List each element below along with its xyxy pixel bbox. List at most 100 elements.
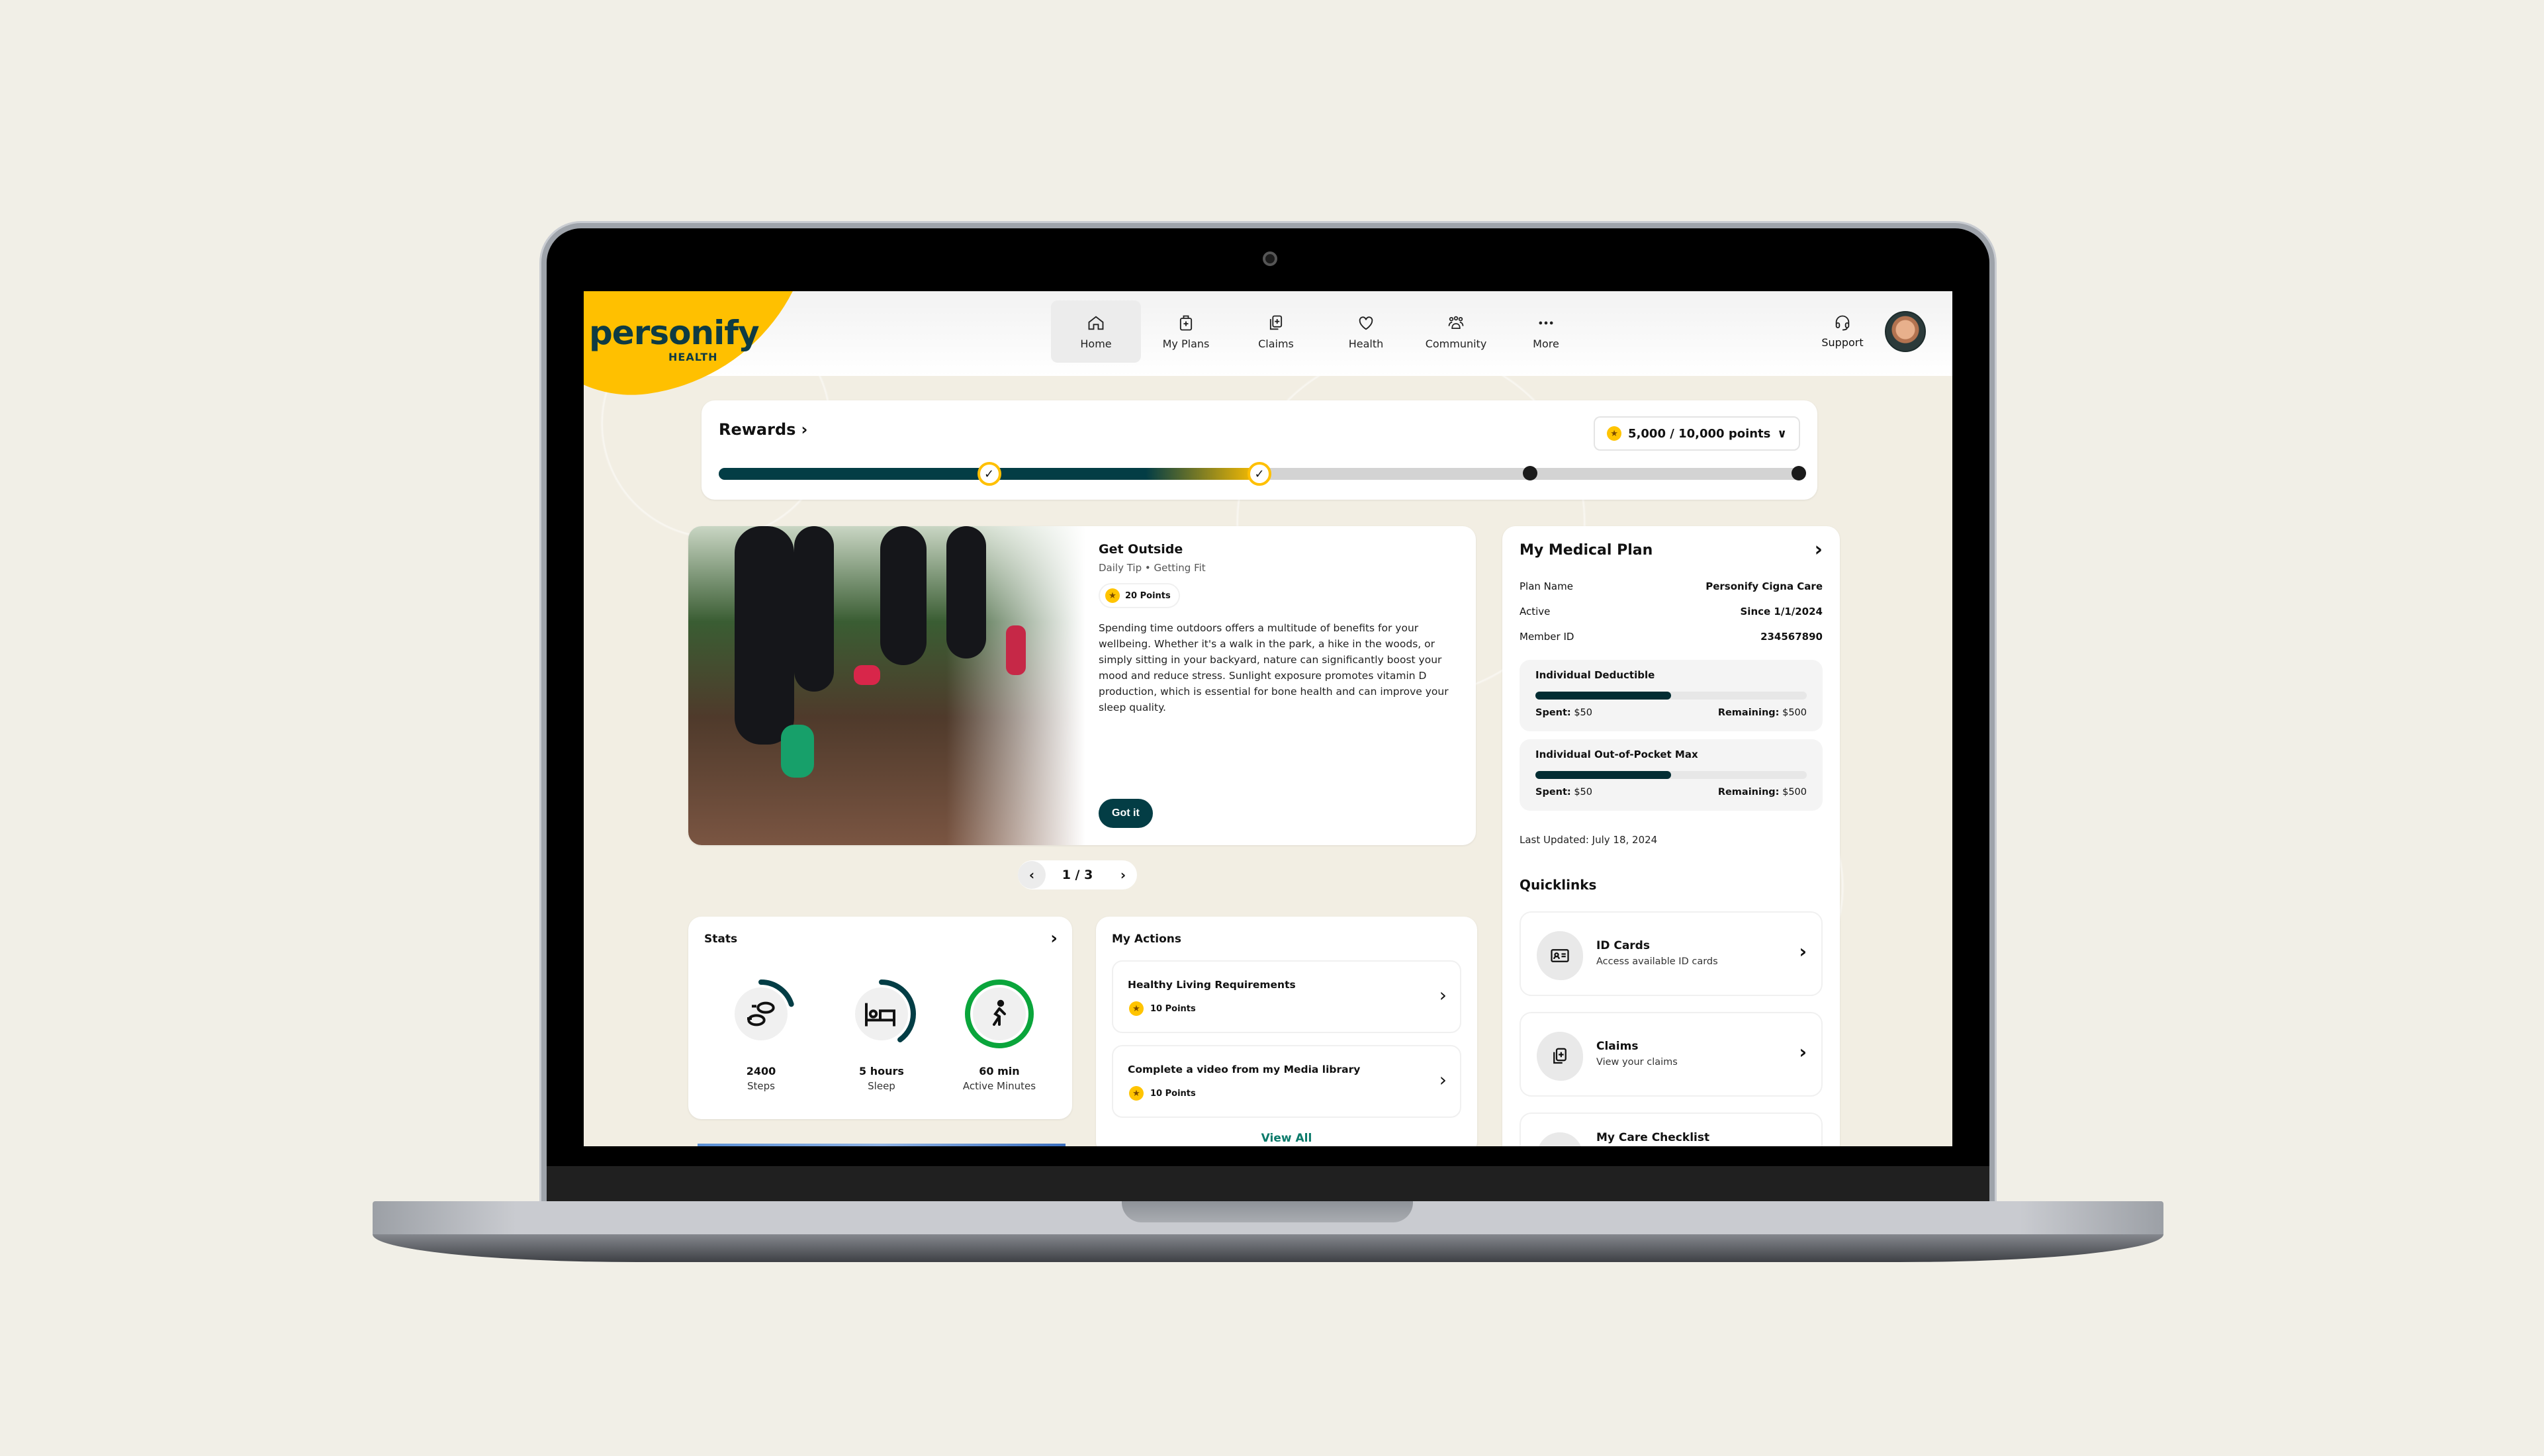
my-actions-card: My Actions Healthy Living Requirements ★…: [1096, 917, 1477, 1146]
spent-label: Spent:: [1535, 787, 1571, 797]
stat-label: Sleep: [868, 1080, 895, 1092]
stat-sleep[interactable]: 5 hours Sleep: [835, 978, 928, 1092]
rewards-card: Rewards › ★ 5,000 / 10,000 points ∨ ✓ ✓: [702, 400, 1817, 500]
points-dropdown[interactable]: ★ 5,000 / 10,000 points ∨: [1594, 416, 1800, 451]
home-icon: [1088, 315, 1104, 330]
nav-tab-label: Claims: [1258, 337, 1294, 350]
star-coin-icon: ★: [1129, 1086, 1144, 1101]
view-all-link[interactable]: View All: [1096, 1132, 1477, 1145]
deductible-meter: Individual Deductible Spent: $50 Remaini…: [1520, 660, 1823, 731]
points-value: 10 Points: [1150, 1003, 1196, 1014]
actions-title: My Actions: [1112, 933, 1182, 946]
tip-pager: ‹ 1 / 3 ›: [1018, 860, 1137, 889]
stat-value: 2400: [746, 1065, 776, 1077]
meter-track: [1535, 771, 1807, 779]
nav-tab-my-plans[interactable]: My Plans: [1141, 300, 1231, 363]
action-title: Healthy Living Requirements: [1128, 979, 1296, 991]
last-updated: Last Updated: July 18, 2024: [1520, 834, 1658, 846]
people-icon: [1448, 316, 1464, 329]
remaining-value: Remaining: $500: [1718, 787, 1807, 797]
nav-tab-home[interactable]: Home: [1051, 300, 1141, 363]
stat-label: Active Minutes: [962, 1080, 1036, 1092]
meter-fill: [1535, 771, 1671, 779]
plan-row: Active Since 1/1/2024: [1520, 606, 1823, 617]
plan-row: Plan Name Personify Cigna Care: [1520, 580, 1823, 592]
claims-icon: [1537, 1032, 1583, 1081]
got-it-button[interactable]: Got it: [1099, 799, 1153, 828]
plan-row-value: Since 1/1/2024: [1740, 606, 1823, 617]
milestone-pending[interactable]: [1792, 466, 1806, 480]
brand-subtitle: HEALTH: [668, 351, 718, 363]
app-screen: personify HEALTH Home My Plans Claims He…: [584, 291, 1952, 1146]
support-button[interactable]: Support: [1812, 304, 1873, 357]
nav-tab-label: More: [1533, 337, 1559, 350]
nav-tab-more[interactable]: More: [1501, 300, 1591, 363]
rewards-link[interactable]: Rewards ›: [719, 420, 807, 439]
chevron-right-icon: ›: [1799, 940, 1807, 962]
milestone-completed[interactable]: ✓: [977, 462, 1001, 486]
remaining-value: Remaining: $500: [1718, 707, 1807, 718]
nav-tab-label: Health: [1348, 337, 1384, 350]
photo-detail: [1006, 625, 1026, 675]
points-badge: ★ 20 Points: [1099, 583, 1180, 608]
stat-value: 5 hours: [859, 1065, 904, 1077]
plan-row: Member ID 234567890: [1520, 631, 1823, 643]
points-value: 20 Points: [1125, 590, 1171, 601]
heart-icon: [1359, 316, 1373, 330]
spent-amount: $50: [1574, 787, 1593, 797]
headset-icon: [1835, 315, 1850, 330]
spent-amount: $50: [1574, 707, 1593, 718]
photo-detail: [735, 526, 794, 745]
nav-tab-label: Community: [1425, 337, 1487, 350]
photo-detail: [946, 526, 986, 659]
nav-tab-claims[interactable]: Claims: [1231, 300, 1321, 363]
action-item[interactable]: Complete a video from my Media library ★…: [1112, 1045, 1461, 1118]
tip-content: Get Outside Daily Tip • Getting Fit ★ 20…: [1099, 542, 1456, 715]
nav-tab-health[interactable]: Health: [1321, 300, 1411, 363]
stats-chevron-icon[interactable]: ›: [1050, 929, 1058, 948]
quicklink-claims[interactable]: Claims View your claims ›: [1520, 1012, 1823, 1097]
points-badge: ★ 10 Points: [1129, 1086, 1196, 1101]
stat-active-minutes[interactable]: 60 min Active Minutes: [953, 978, 1046, 1092]
quicklink-desc: Access available ID cards: [1596, 956, 1718, 967]
medical-kit-icon: [1179, 315, 1193, 330]
quicklink-name: ID Cards: [1596, 939, 1650, 952]
next-card-peek: [698, 1144, 1066, 1146]
tip-subtitle: Daily Tip • Getting Fit: [1099, 562, 1206, 574]
footsteps-icon: [747, 1001, 775, 1026]
next-button[interactable]: ›: [1109, 861, 1137, 889]
nav-tab-label: Home: [1080, 337, 1112, 350]
quicklink-desc: View your claims: [1596, 1057, 1678, 1068]
stats-card: Stats › 2400 Steps 5 hours Sleep 60 min: [688, 917, 1072, 1119]
rewards-title: Rewards: [719, 420, 796, 439]
photo-detail: [854, 665, 880, 685]
milestone-pending[interactable]: [1522, 466, 1537, 480]
meter-values: Spent: $50 Remaining: $500: [1535, 787, 1807, 797]
remaining-amount: $500: [1782, 787, 1807, 797]
nav-tab-label: My Plans: [1162, 337, 1210, 350]
photo-detail: [880, 526, 927, 665]
milestone-completed[interactable]: ✓: [1248, 462, 1271, 486]
chevron-right-icon: ›: [1439, 1069, 1447, 1091]
action-item[interactable]: Healthy Living Requirements ★ 10 Points …: [1112, 960, 1461, 1033]
chevron-right-icon[interactable]: ›: [1815, 538, 1823, 561]
bed-icon: [865, 1003, 895, 1026]
support-label: Support: [1821, 336, 1864, 349]
plan-row-value: 234567890: [1760, 631, 1823, 643]
quicklink-id-cards[interactable]: ID Cards Access available ID cards ›: [1520, 911, 1823, 996]
quicklink-name: Claims: [1596, 1040, 1639, 1053]
meter-title: Individual Deductible: [1535, 669, 1655, 681]
spent-label: Spent:: [1535, 707, 1571, 718]
out-of-pocket-meter: Individual Out-of-Pocket Max Spent: $50 …: [1520, 739, 1823, 811]
chevron-right-icon: ›: [1439, 984, 1447, 1006]
quicklink-name: My Care Checklist: [1596, 1131, 1710, 1144]
points-badge: ★ 10 Points: [1129, 1001, 1196, 1016]
previous-button[interactable]: ‹: [1018, 861, 1046, 889]
quicklink-care-checklist[interactable]: My Care Checklist: [1520, 1113, 1823, 1146]
photo-detail: [781, 725, 814, 778]
rewards-progress-bar: ✓ ✓: [719, 462, 1806, 486]
nav-tab-community[interactable]: Community: [1411, 300, 1501, 363]
user-avatar[interactable]: [1885, 311, 1926, 352]
stat-steps[interactable]: 2400 Steps: [715, 978, 807, 1092]
brand-logo[interactable]: personify HEALTH: [589, 314, 760, 363]
